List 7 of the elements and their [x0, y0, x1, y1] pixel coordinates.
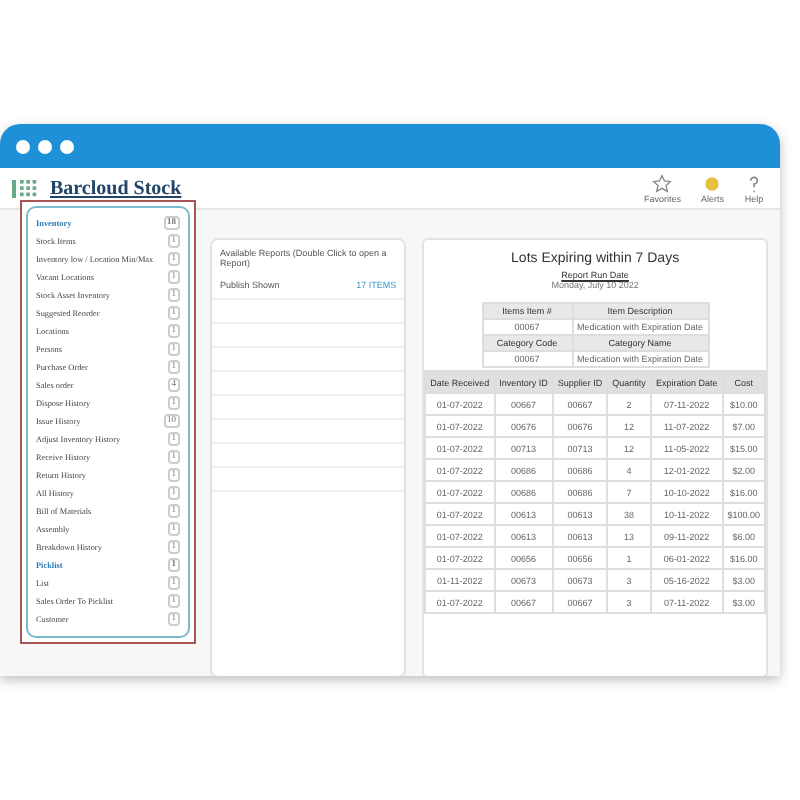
app-title: Barcloud Stock — [50, 177, 182, 199]
apps-grid-icon[interactable] — [12, 179, 38, 197]
help-icon — [744, 173, 764, 193]
window-dot-icon — [16, 139, 30, 153]
window-dot-icon — [60, 139, 74, 153]
window-dot-icon — [38, 139, 52, 153]
star-icon — [652, 173, 673, 193]
